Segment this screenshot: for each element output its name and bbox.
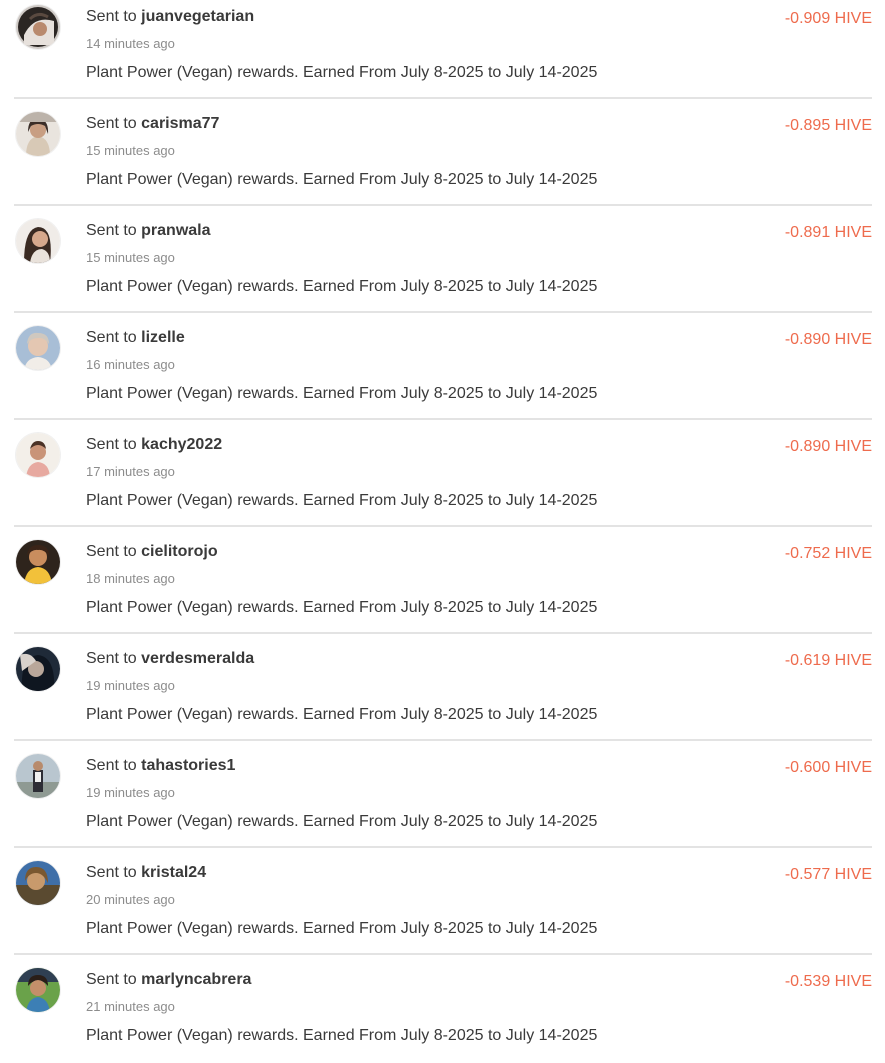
sent-line: Sent to pranwala [86,221,211,241]
recipient-link[interactable]: tahastories1 [141,757,235,774]
memo-text: Plant Power (Vegan) rewards. Earned From… [86,278,598,295]
timestamp: 19 minutes ago [86,678,175,693]
recipient-link[interactable]: lizelle [141,329,185,346]
transaction-row: Sent to kachy2022 17 minutes ago Plant P… [0,428,885,528]
timestamp: 18 minutes ago [86,571,175,586]
sent-prefix: Sent to [86,650,137,667]
sent-prefix: Sent to [86,436,137,453]
memo-text: Plant Power (Vegan) rewards. Earned From… [86,64,598,81]
timestamp: 15 minutes ago [86,143,175,158]
row-divider [14,311,872,313]
recipient-link[interactable]: cielitorojo [141,543,217,560]
sent-prefix: Sent to [86,757,137,774]
sent-line: Sent to marlyncabrera [86,970,251,990]
memo-text: Plant Power (Vegan) rewards. Earned From… [86,706,598,723]
timestamp: 21 minutes ago [86,999,175,1014]
avatar[interactable] [16,326,60,370]
avatar[interactable] [16,433,60,477]
row-divider [14,632,872,634]
amount: -0.577 HIVE [784,866,872,883]
transaction-row: Sent to lizelle 16 minutes ago Plant Pow… [0,321,885,421]
sent-line: Sent to kachy2022 [86,435,222,455]
sent-line: Sent to lizelle [86,328,185,348]
memo-text: Plant Power (Vegan) rewards. Earned From… [86,920,598,937]
recipient-link[interactable]: pranwala [141,222,210,239]
timestamp: 14 minutes ago [86,36,175,51]
timestamp: 19 minutes ago [86,785,175,800]
row-divider [14,846,872,848]
transaction-row: Sent to juanvegetarian 14 minutes ago Pl… [0,0,885,100]
row-divider [14,97,872,99]
sent-line: Sent to carisma77 [86,114,219,134]
transfer-history-list: Sent to juanvegetarian 14 minutes ago Pl… [0,0,885,1056]
memo-text: Plant Power (Vegan) rewards. Earned From… [86,492,598,509]
transaction-row: Sent to tahastories1 19 minutes ago Plan… [0,749,885,849]
sent-prefix: Sent to [86,543,137,560]
amount: -0.890 HIVE [784,438,872,455]
avatar[interactable] [16,754,60,798]
amount: -0.600 HIVE [784,759,872,776]
transaction-row: Sent to verdesmeralda 19 minutes ago Pla… [0,642,885,742]
timestamp: 17 minutes ago [86,464,175,479]
sent-line: Sent to juanvegetarian [86,7,254,27]
sent-line: Sent to tahastories1 [86,756,235,776]
avatar[interactable] [16,112,60,156]
amount: -0.752 HIVE [784,545,872,562]
amount: -0.619 HIVE [784,652,872,669]
recipient-link[interactable]: kachy2022 [141,436,222,453]
avatar[interactable] [16,540,60,584]
timestamp: 20 minutes ago [86,892,175,907]
avatar[interactable] [16,647,60,691]
row-divider [14,525,872,527]
amount: -0.891 HIVE [784,224,872,241]
transaction-row: Sent to pranwala 15 minutes ago Plant Po… [0,214,885,314]
avatar[interactable] [16,861,60,905]
avatar[interactable] [16,5,60,49]
memo-text: Plant Power (Vegan) rewards. Earned From… [86,171,598,188]
memo-text: Plant Power (Vegan) rewards. Earned From… [86,599,598,616]
row-divider [14,953,872,955]
transaction-row: Sent to carisma77 15 minutes ago Plant P… [0,107,885,207]
sent-prefix: Sent to [86,115,137,132]
transaction-row: Sent to cielitorojo 18 minutes ago Plant… [0,535,885,635]
amount: -0.890 HIVE [784,331,872,348]
sent-line: Sent to verdesmeralda [86,649,254,669]
timestamp: 15 minutes ago [86,250,175,265]
avatar[interactable] [16,968,60,1012]
transaction-row: Sent to marlyncabrera 21 minutes ago Pla… [0,963,885,1063]
memo-text: Plant Power (Vegan) rewards. Earned From… [86,385,598,402]
sent-prefix: Sent to [86,8,137,25]
timestamp: 16 minutes ago [86,357,175,372]
sent-prefix: Sent to [86,971,137,988]
sent-prefix: Sent to [86,329,137,346]
transaction-row: Sent to kristal24 20 minutes ago Plant P… [0,856,885,956]
amount: -0.539 HIVE [784,973,872,990]
recipient-link[interactable]: verdesmeralda [141,650,254,667]
amount: -0.895 HIVE [784,117,872,134]
row-divider [14,204,872,206]
avatar[interactable] [16,219,60,263]
memo-text: Plant Power (Vegan) rewards. Earned From… [86,813,598,830]
sent-line: Sent to kristal24 [86,863,206,883]
recipient-link[interactable]: kristal24 [141,864,206,881]
sent-line: Sent to cielitorojo [86,542,218,562]
recipient-link[interactable]: juanvegetarian [141,8,254,25]
row-divider [14,418,872,420]
memo-text: Plant Power (Vegan) rewards. Earned From… [86,1027,598,1044]
amount: -0.909 HIVE [784,10,872,27]
recipient-link[interactable]: marlyncabrera [141,971,251,988]
sent-prefix: Sent to [86,222,137,239]
sent-prefix: Sent to [86,864,137,881]
row-divider [14,739,872,741]
recipient-link[interactable]: carisma77 [141,115,219,132]
